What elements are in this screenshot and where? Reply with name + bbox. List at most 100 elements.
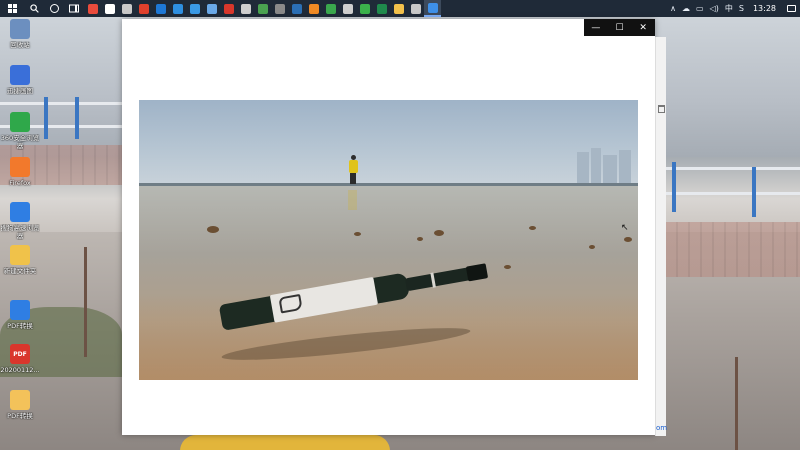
task-view-icon — [69, 4, 79, 13]
clock[interactable]: 13:28 — [747, 4, 782, 13]
cloud-icon[interactable]: ☁ — [679, 0, 693, 17]
link-fragment[interactable]: om — [656, 424, 667, 432]
desktop-icon[interactable]: 迅捷画图 — [2, 65, 38, 95]
desktop-icon[interactable]: 搜狗高速浏览器 — [1, 202, 40, 240]
photo-pebble — [589, 245, 595, 249]
terminal-app-taskbar-button[interactable] — [288, 0, 305, 17]
desktop-icon-label: 回收站 — [10, 41, 30, 49]
blue-browser-taskbar-button[interactable] — [152, 0, 169, 17]
wallpaper-taxi — [180, 435, 390, 450]
maximize-button[interactable]: ☐ — [608, 19, 632, 36]
terminal-app-icon — [291, 3, 302, 14]
app-tray-icon[interactable]: S — [736, 0, 747, 17]
photo-pebble — [207, 226, 219, 233]
desktop-icon[interactable]: PDF转换 — [2, 390, 38, 420]
notification-icon[interactable] — [782, 0, 800, 17]
folder-taskbar-button[interactable] — [390, 0, 407, 17]
desktop-icon[interactable]: PDF转换 — [2, 300, 38, 330]
folder-icon — [393, 3, 404, 14]
photo-app-icon — [189, 3, 200, 14]
recorder-app-taskbar-button[interactable] — [84, 0, 101, 17]
ime-indicator[interactable]: 中 — [722, 0, 736, 17]
photo-city-building — [591, 148, 601, 185]
trash-icon[interactable] — [658, 105, 665, 113]
red-circle-app-icon — [223, 3, 234, 14]
firefox-icon — [10, 157, 30, 177]
pdf-convert-icon — [10, 300, 30, 320]
photo-sky — [139, 100, 638, 185]
photo-pebble — [417, 237, 423, 241]
wechat-taskbar-button[interactable] — [356, 0, 373, 17]
photo[interactable]: ↖ — [139, 100, 638, 380]
recorder-app-icon — [87, 3, 98, 14]
search-button[interactable] — [24, 0, 44, 17]
mouse-cursor-icon: ↖ — [621, 223, 629, 233]
photo-person-reflection — [348, 190, 357, 210]
wallpaper-fence-post — [672, 162, 676, 212]
sync-app-taskbar-button[interactable] — [339, 0, 356, 17]
desktop-icon-label: 360安全浏览器 — [0, 134, 40, 150]
pinned-apps — [84, 0, 441, 17]
excel-taskbar-button[interactable] — [373, 0, 390, 17]
chrome-icon — [257, 3, 268, 14]
wallpaper-fence-rail — [666, 192, 800, 195]
photo-person — [348, 155, 358, 185]
tray-overflow-chevron[interactable]: ∧ — [667, 0, 679, 17]
desktop-icon[interactable]: 360安全浏览器 — [0, 112, 40, 150]
wallpaper-fence-post — [75, 97, 79, 139]
photo-pebble — [434, 230, 444, 236]
taskbar-left — [0, 0, 441, 17]
sync-app-icon — [342, 3, 353, 14]
close-button[interactable]: ✕ — [631, 19, 655, 36]
wallpaper-fence-rail — [666, 167, 800, 170]
edge-icon — [172, 3, 183, 14]
wallpaper-brick-path — [666, 222, 800, 277]
scissors-app-taskbar-button[interactable] — [118, 0, 135, 17]
blue-browser-icon — [155, 3, 166, 14]
windows-logo-icon — [7, 4, 17, 13]
wallpaper-fence-post — [752, 167, 756, 217]
wechat-icon — [359, 3, 370, 14]
volume-icon[interactable]: ◁) — [707, 0, 722, 17]
wallpaper-fence-post — [44, 97, 48, 139]
green-app-taskbar-button[interactable] — [322, 0, 339, 17]
screenshot-app-taskbar-button[interactable] — [203, 0, 220, 17]
image-app-taskbar-button[interactable] — [407, 0, 424, 17]
screenshot-app-icon — [206, 3, 217, 14]
photos-app-icon — [427, 2, 438, 13]
red-circle-app-taskbar-button[interactable] — [220, 0, 237, 17]
photo-app-taskbar-button[interactable] — [186, 0, 203, 17]
wallpaper-tree — [735, 357, 738, 450]
desktop-icon[interactable]: PDF 20200112... — [0, 344, 40, 374]
file-icon — [104, 3, 115, 14]
recycle-bin-icon — [10, 19, 30, 39]
desktop-icon[interactable]: 新建文件夹 — [2, 245, 38, 275]
photo-pebble — [624, 237, 632, 242]
file-taskbar-button[interactable] — [101, 0, 118, 17]
minimize-button[interactable]: — — [584, 19, 608, 36]
desktop-icon-label: 新建文件夹 — [3, 267, 37, 275]
photo-pebble — [529, 226, 536, 230]
image-app-icon — [410, 3, 421, 14]
settings-app-taskbar-button[interactable] — [271, 0, 288, 17]
red-app-taskbar-button[interactable] — [135, 0, 152, 17]
desktop-icon-label: Firefox — [9, 179, 31, 187]
photo-pebble — [504, 265, 511, 269]
cortana-button[interactable] — [44, 0, 64, 17]
qq-browser-taskbar-button[interactable] — [237, 0, 254, 17]
network-icon[interactable]: ▭ — [693, 0, 707, 17]
photos-app-taskbar-button[interactable] — [424, 0, 441, 17]
chrome-taskbar-button[interactable] — [254, 0, 271, 17]
wallpaper-fence-rail — [0, 102, 122, 105]
qq-browser-icon — [240, 3, 251, 14]
task-view-button[interactable] — [64, 0, 84, 17]
orange-app-taskbar-button[interactable] — [305, 0, 322, 17]
desktop-icon[interactable]: Firefox — [2, 157, 38, 187]
start-button[interactable] — [0, 0, 24, 17]
360-browser-icon — [10, 112, 30, 132]
cortana-icon — [49, 4, 59, 13]
desktop-icon[interactable]: 回收站 — [2, 19, 38, 49]
pdf-file-icon: PDF — [10, 344, 30, 364]
photo-city-building — [577, 152, 589, 185]
edge-taskbar-button[interactable] — [169, 0, 186, 17]
